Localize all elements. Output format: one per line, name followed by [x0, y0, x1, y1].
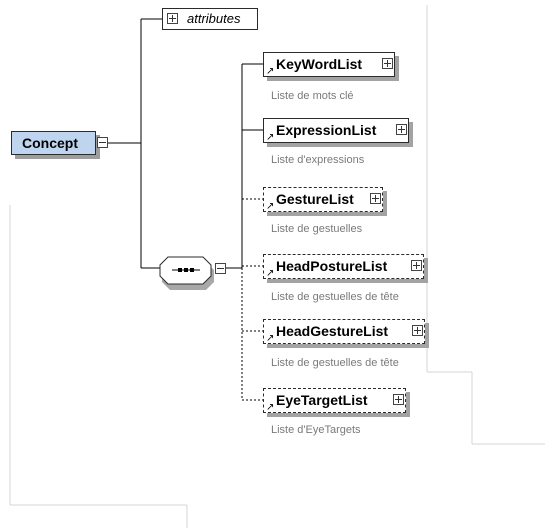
reference-arrow-icon: ↗	[266, 132, 275, 143]
element-name: HeadPostureList	[276, 258, 388, 274]
element-description: Liste d'expressions	[271, 154, 365, 166]
schema-diagram: attributes Concept ↗ KeyWordList Liste d…	[0, 0, 545, 528]
expand-icon[interactable]	[396, 124, 407, 135]
collapse-icon[interactable]	[97, 137, 108, 148]
element-description: Liste de gestuelles de tête	[271, 357, 399, 369]
element-description: Liste de gestuelles de tête	[271, 291, 399, 303]
expand-icon[interactable]	[382, 58, 393, 69]
collapse-icon[interactable]	[215, 263, 226, 274]
expand-icon[interactable]	[370, 193, 381, 204]
element-description: Liste de gestuelles	[271, 223, 363, 235]
element-name: EyeTargetList	[276, 392, 368, 408]
reference-arrow-icon: ↗	[266, 66, 275, 77]
expand-icon[interactable]	[393, 394, 404, 405]
element-name: HeadGestureList	[276, 323, 389, 339]
sequence-dot	[190, 268, 194, 272]
sequence-dot	[178, 268, 182, 272]
reference-arrow-icon: ↗	[266, 333, 275, 344]
element-name: GestureList	[276, 191, 354, 207]
attributes-label: attributes	[187, 11, 241, 26]
element-description: Liste d'EyeTargets	[271, 424, 361, 436]
expand-icon[interactable]	[167, 13, 178, 24]
expand-icon[interactable]	[412, 325, 423, 336]
reference-arrow-icon: ↗	[266, 402, 275, 413]
element-name: KeyWordList	[276, 56, 363, 72]
sequence-dot	[184, 268, 188, 272]
element-name: ExpressionList	[276, 122, 377, 138]
reference-arrow-icon: ↗	[266, 201, 275, 212]
expand-icon[interactable]	[411, 260, 422, 271]
concept-label: Concept	[22, 135, 78, 151]
element-description: Liste de mots clé	[271, 90, 354, 102]
reference-arrow-icon: ↗	[266, 268, 275, 279]
